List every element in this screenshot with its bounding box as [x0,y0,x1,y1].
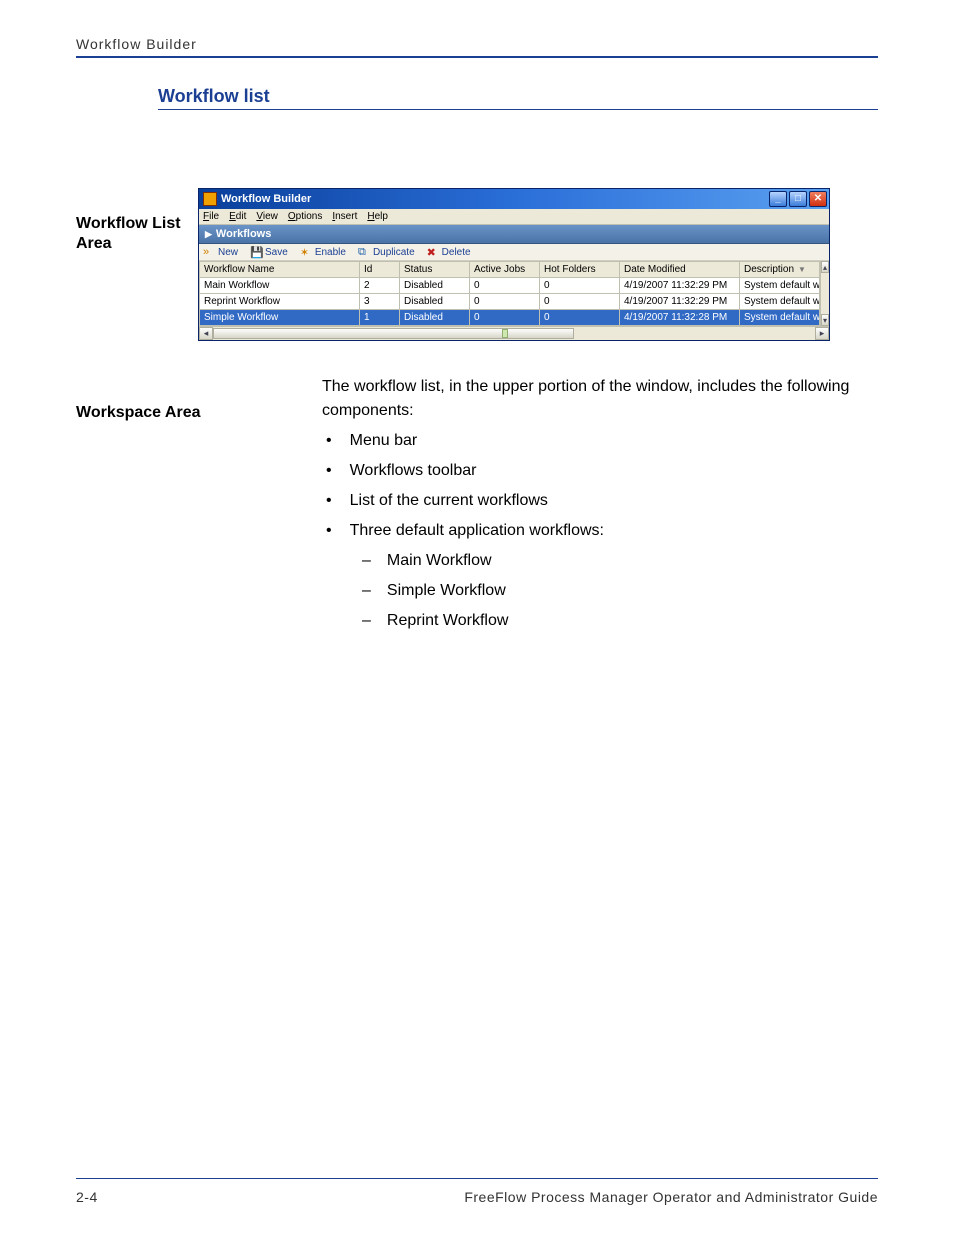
cell-status: Disabled [400,278,470,294]
app-icon [203,192,217,206]
scroll-up-button[interactable]: ▴ [821,261,829,273]
cell-status: Disabled [400,294,470,310]
cell-description: System default workflo [740,278,820,294]
menu-edit[interactable]: Edit [229,211,246,222]
cell-description: System default workflo [740,310,820,326]
workflows-panel-header[interactable]: ▶ Workflows [199,225,829,244]
section-title-wrap: Workflow list [158,86,878,110]
scroll-track[interactable] [213,327,815,340]
cell-date_modified: 4/19/2007 11:32:29 PM [620,278,740,294]
toolbar-save-label: Save [265,247,288,258]
menu-help[interactable]: Help [367,211,388,222]
toolbar-enable[interactable]: ✶Enable [300,246,346,258]
bullet-item: Workflows toolbar [322,459,878,483]
save-icon: 💾 [250,246,262,258]
toolbar-delete[interactable]: ✖Delete [427,246,471,258]
section-title: Workflow list [158,86,270,106]
workflows-toolbar: »New 💾Save ✶Enable ⧉Duplicate ✖Delete [199,244,829,261]
menu-file[interactable]: File [203,211,219,222]
menu-insert[interactable]: Insert [332,211,357,222]
toolbar-new[interactable]: »New [203,246,238,258]
cell-active_jobs: 0 [470,278,540,294]
scroll-thumb[interactable] [213,328,574,339]
bullet-item: Menu bar [322,429,878,453]
col-id[interactable]: Id [360,262,400,278]
scroll-left-button[interactable]: ◂ [199,327,213,340]
expand-arrow-icon: ▶ [205,229,212,240]
workflow-table: Workflow Name Id Status Active Jobs Hot … [199,261,820,326]
minimize-button[interactable]: _ [769,191,787,207]
table-row[interactable]: Main Workflow2Disabled004/19/2007 11:32:… [200,278,820,294]
toolbar-enable-label: Enable [315,247,346,258]
body-text: The workflow list, in the upper portion … [322,375,878,639]
cell-id: 1 [360,310,400,326]
cell-hot_folders: 0 [540,310,620,326]
col-date-modified[interactable]: Date Modified [620,262,740,278]
vertical-scrollbar[interactable]: ▴ ▾ [820,261,829,326]
running-head: Workflow Builder [76,36,878,56]
toolbar-new-label: New [218,247,238,258]
menu-view[interactable]: View [256,211,278,222]
table-row[interactable]: Reprint Workflow3Disabled004/19/2007 11:… [200,294,820,310]
workflow-builder-window: Workflow Builder _ □ ✕ File Edit View Op… [198,188,830,341]
page-footer: 2-4 FreeFlow Process Manager Operator an… [76,1178,878,1205]
col-status[interactable]: Status [400,262,470,278]
col-description-label: Description [744,264,794,275]
scroll-grip-icon [502,329,508,338]
page-number: 2-4 [76,1189,98,1205]
intro-paragraph: The workflow list, in the upper portion … [322,375,878,423]
table-header-row: Workflow Name Id Status Active Jobs Hot … [200,262,820,278]
enable-icon: ✶ [300,246,312,258]
cell-description: System default workflo [740,294,820,310]
table-row[interactable]: Simple Workflow1Disabled004/19/2007 11:3… [200,310,820,326]
cell-id: 3 [360,294,400,310]
horizontal-scrollbar[interactable]: ◂ ▸ [199,326,829,340]
sub-bullet-item: Reprint Workflow [322,609,878,633]
new-icon: » [203,246,215,258]
toolbar-duplicate-label: Duplicate [373,247,415,258]
maximize-button[interactable]: □ [789,191,807,207]
cell-name: Reprint Workflow [200,294,360,310]
sort-desc-icon: ▼ [794,265,806,274]
cell-status: Disabled [400,310,470,326]
sub-bullet-item: Simple Workflow [322,579,878,603]
menu-options[interactable]: Options [288,211,322,222]
workflows-panel-title: Workflows [216,228,271,240]
cell-id: 2 [360,278,400,294]
cell-name: Main Workflow [200,278,360,294]
toolbar-duplicate[interactable]: ⧉Duplicate [358,246,415,258]
label-workflow-list-area: Workflow List Area [76,188,198,341]
bullet-item: Three default application workflows: [322,519,878,543]
cell-date_modified: 4/19/2007 11:32:29 PM [620,294,740,310]
cell-active_jobs: 0 [470,294,540,310]
col-active-jobs[interactable]: Active Jobs [470,262,540,278]
cell-name: Simple Workflow [200,310,360,326]
doc-title: FreeFlow Process Manager Operator and Ad… [464,1189,878,1205]
sub-bullet-item: Main Workflow [322,549,878,573]
cell-date_modified: 4/19/2007 11:32:28 PM [620,310,740,326]
window-titlebar[interactable]: Workflow Builder _ □ ✕ [199,189,829,209]
label-workspace-area: Workspace Area [76,375,322,639]
menu-bar: File Edit View Options Insert Help [199,209,829,225]
toolbar-delete-label: Delete [442,247,471,258]
col-hot-folders[interactable]: Hot Folders [540,262,620,278]
col-workflow-name[interactable]: Workflow Name [200,262,360,278]
close-button[interactable]: ✕ [809,191,827,207]
duplicate-icon: ⧉ [358,246,370,258]
cell-hot_folders: 0 [540,278,620,294]
header-rule [76,56,878,58]
cell-active_jobs: 0 [470,310,540,326]
scroll-right-button[interactable]: ▸ [815,327,829,340]
delete-icon: ✖ [427,246,439,258]
toolbar-save[interactable]: 💾Save [250,246,288,258]
scroll-down-button[interactable]: ▾ [821,314,829,326]
bullet-item: List of the current workflows [322,489,878,513]
window-title: Workflow Builder [221,193,311,205]
col-description[interactable]: Description▼ [740,262,820,278]
cell-hot_folders: 0 [540,294,620,310]
